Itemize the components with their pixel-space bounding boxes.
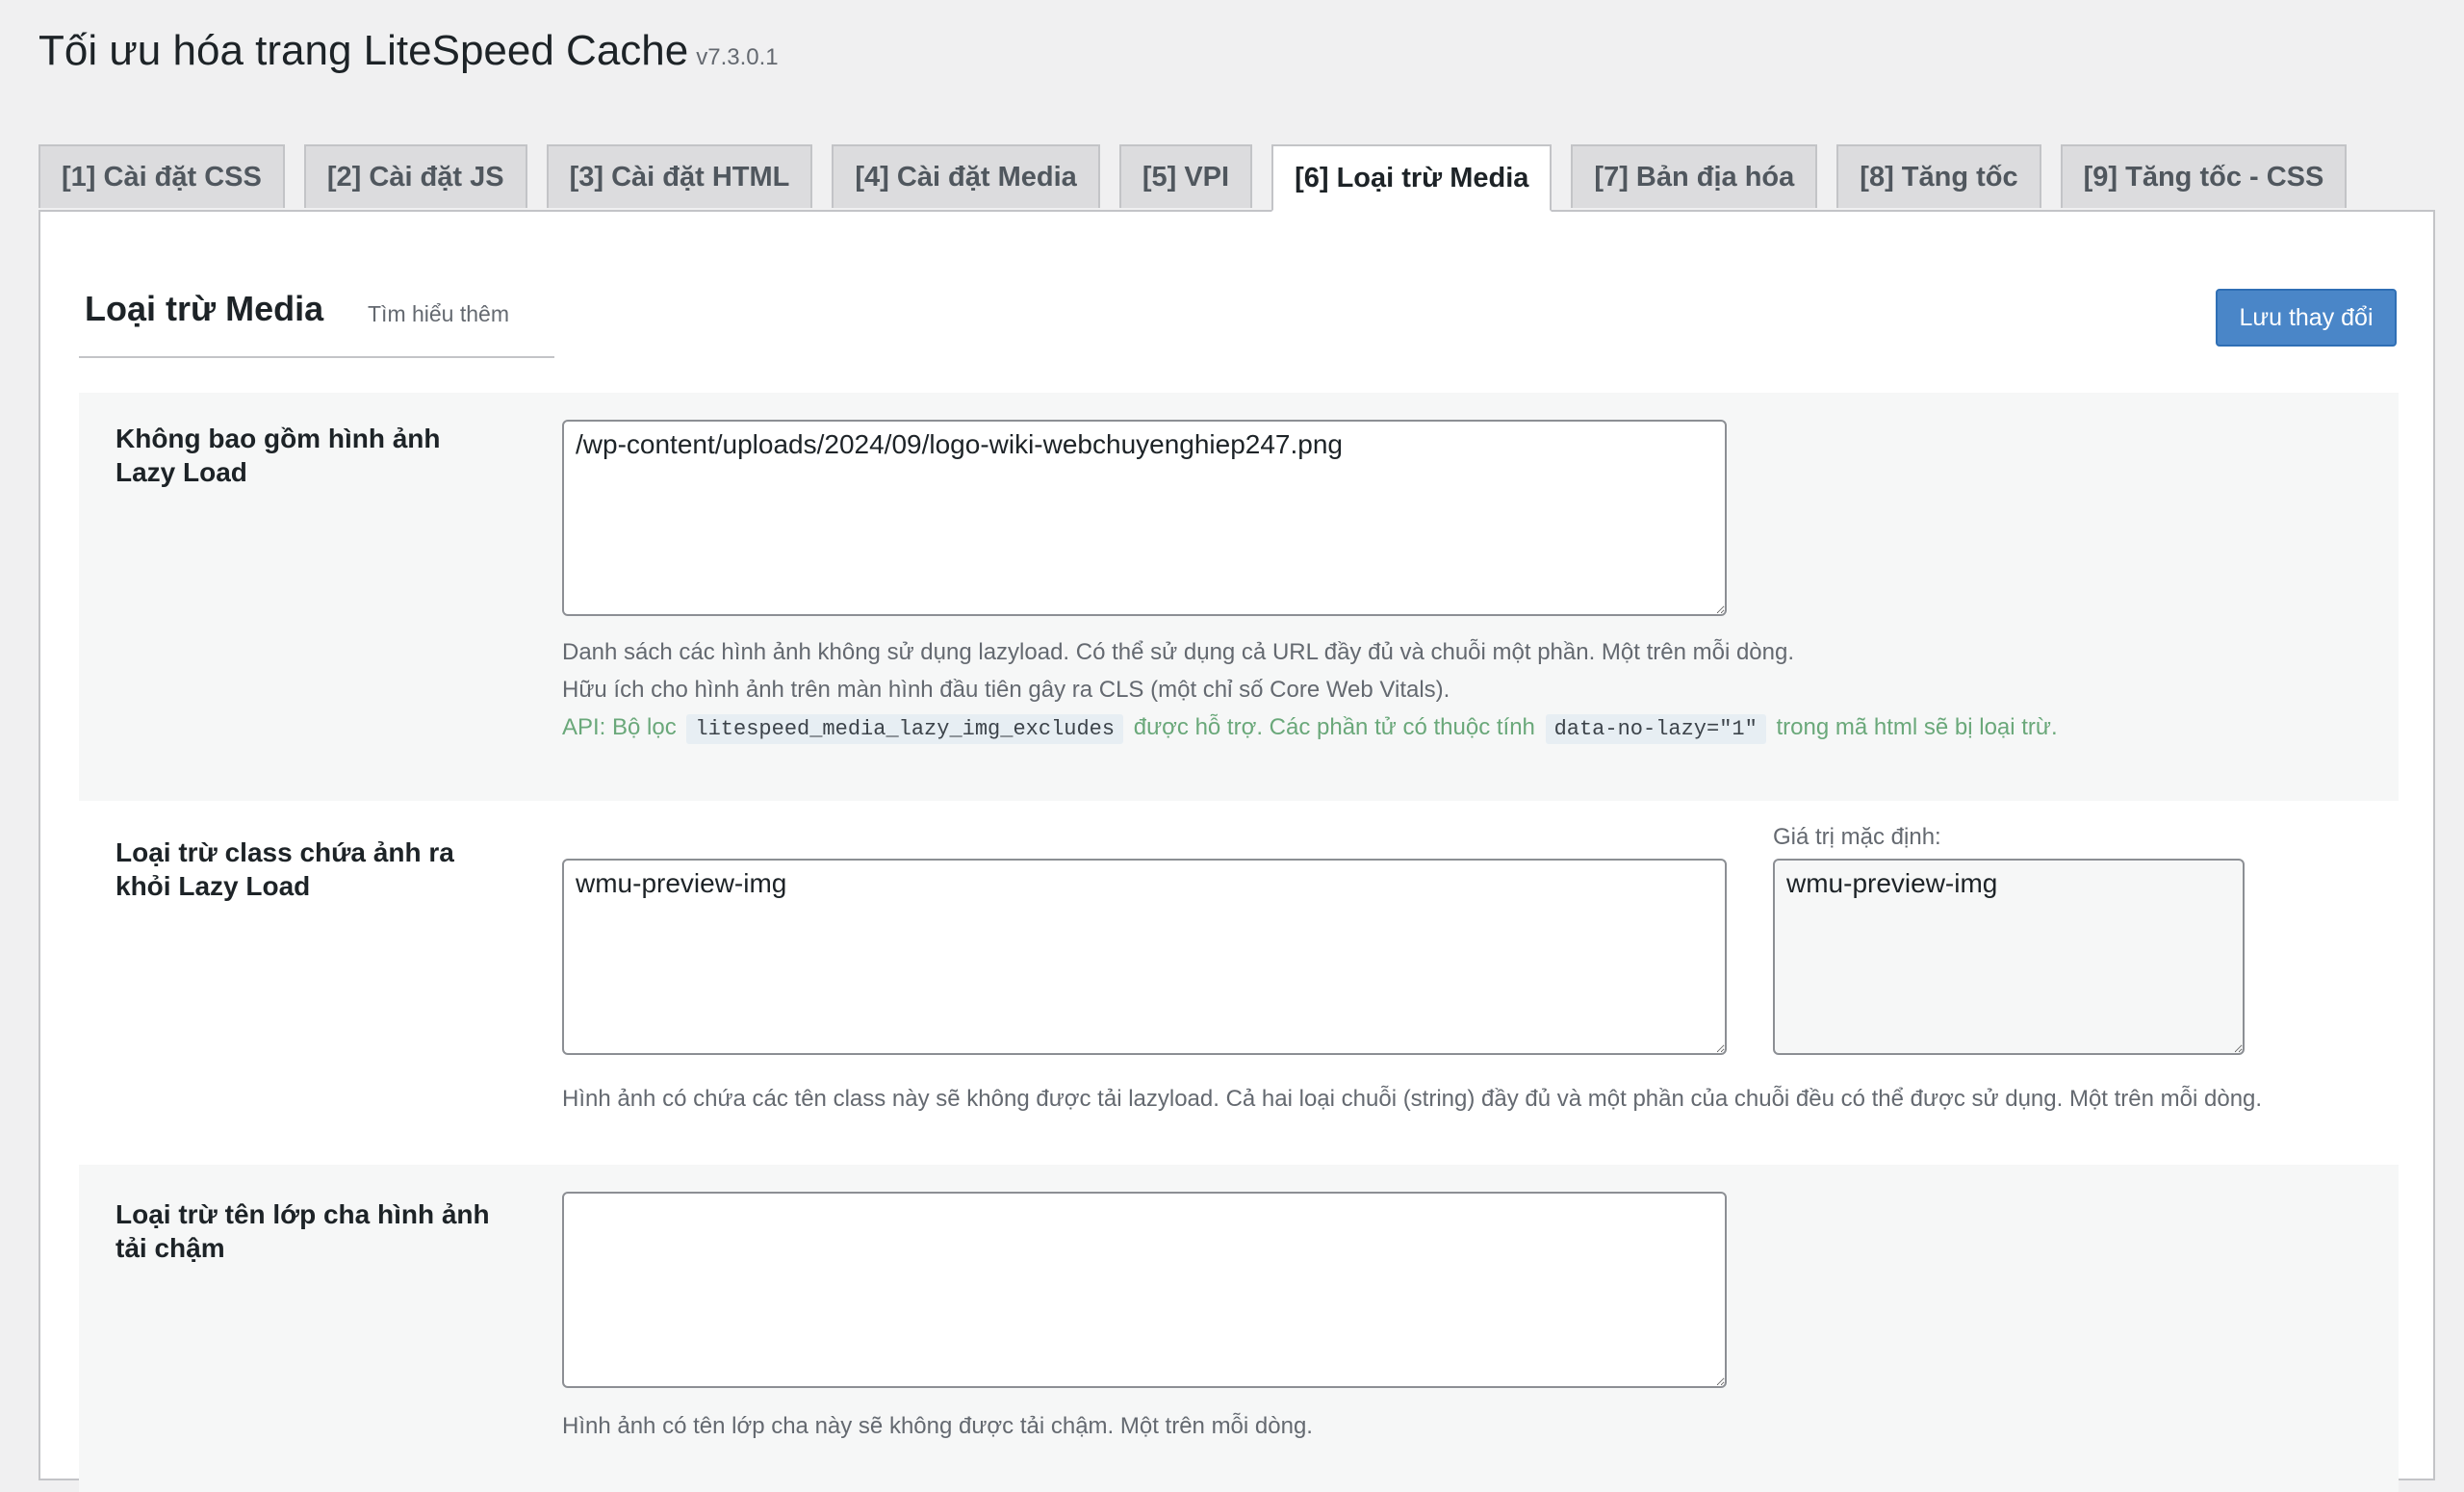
- page-title: Tối ưu hóa trang LiteSpeed Cache v7.3.0.1: [38, 27, 779, 75]
- api-suffix: trong mã html sẽ bị loại trừ.: [1776, 714, 2058, 740]
- setting-row-lazy-cls-excludes: Loại trừ class chứa ảnh ra khỏi Lazy Loa…: [79, 801, 2399, 1167]
- tab-media-settings[interactable]: [4] Cài đặt Media: [832, 144, 1100, 208]
- setting-description: Hữu ích cho hình ảnh trên màn hình đầu t…: [562, 677, 1450, 703]
- setting-description: Danh sách các hình ảnh không sử dụng laz…: [562, 639, 1795, 665]
- tab-css-settings[interactable]: [1] Cài đặt CSS: [38, 144, 285, 208]
- tab-js-settings[interactable]: [2] Cài đặt JS: [303, 144, 527, 208]
- learn-more-link[interactable]: Tìm hiểu thêm: [368, 301, 509, 327]
- setting-description: Hình ảnh có chứa các tên class này sẽ kh…: [562, 1086, 2263, 1112]
- tab-localization[interactable]: [7] Bản địa hóa: [1571, 144, 1818, 208]
- tab-tuning[interactable]: [8] Tăng tốc: [1836, 144, 2041, 208]
- attribute-code: data-no-lazy="1": [1545, 714, 1766, 744]
- tab-html-settings[interactable]: [3] Cài đặt HTML: [546, 144, 813, 208]
- lazy-parent-cls-excludes-textarea[interactable]: [562, 1192, 1727, 1388]
- save-changes-button[interactable]: Lưu thay đổi: [2216, 289, 2397, 347]
- setting-row-lazy-parent-cls-excludes: Loại trừ tên lớp cha hình ảnh tải chậm H…: [79, 1165, 2399, 1492]
- page-title-text: Tối ưu hóa trang LiteSpeed Cache: [38, 27, 689, 74]
- lazy-cls-excludes-textarea[interactable]: wmu-preview-img: [562, 859, 1727, 1055]
- section-title: Loại trừ Media: [85, 289, 324, 328]
- default-value-label: Giá trị mặc định:: [1773, 824, 1941, 850]
- settings-panel: Loại trừ Media Tìm hiểu thêm Lưu thay đổ…: [38, 210, 2435, 1492]
- version-label: v7.3.0.1: [696, 44, 779, 70]
- filter-code: litespeed_media_lazy_img_excludes: [686, 714, 1124, 744]
- settings-tabs: [1] Cài đặt CSS [2] Cài đặt JS [3] Cài đ…: [38, 144, 2348, 212]
- lazy-img-excludes-textarea[interactable]: /wp-content/uploads/2024/09/logo-wiki-we…: [562, 420, 1727, 616]
- api-middle: được hỗ trợ. Các phần tử có thuộc tính: [1133, 714, 1535, 740]
- tab-tuning-css[interactable]: [9] Tăng tốc - CSS: [2060, 144, 2348, 208]
- tab-vpi[interactable]: [5] VPI: [1118, 144, 1253, 208]
- default-value-textarea[interactable]: wmu-preview-img: [1773, 859, 2245, 1055]
- section-header: Loại trừ Media Tìm hiểu thêm: [79, 289, 554, 358]
- setting-label: Không bao gồm hình ảnh Lazy Load: [116, 424, 441, 487]
- setting-description: Hình ảnh có tên lớp cha này sẽ không đượ…: [562, 1413, 1313, 1439]
- setting-label: Loại trừ class chứa ảnh ra khỏi Lazy Loa…: [116, 837, 454, 901]
- api-note: API: Bộ lọc litespeed_media_lazy_img_exc…: [562, 708, 2058, 748]
- setting-row-lazy-img-excludes: Không bao gồm hình ảnh Lazy Load /wp-con…: [79, 393, 2399, 801]
- setting-label: Loại trừ tên lớp cha hình ảnh tải chậm: [116, 1199, 490, 1263]
- api-prefix: API: Bộ lọc: [562, 714, 677, 740]
- tab-media-excludes[interactable]: [6] Loại trừ Media: [1271, 144, 1553, 212]
